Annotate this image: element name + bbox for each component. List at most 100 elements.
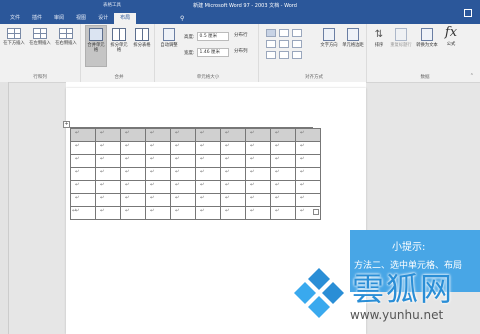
insert-right-button[interactable]: 在右侧插入: [54, 28, 78, 46]
table-cell[interactable]: ↵: [245, 206, 271, 220]
table-cell[interactable]: ↵: [270, 206, 296, 220]
align-middle-left-button[interactable]: [266, 40, 276, 48]
table-cell[interactable]: ↵: [270, 154, 296, 168]
table-cell[interactable]: ↵: [70, 193, 96, 207]
table-cell[interactable]: ↵: [170, 167, 196, 181]
table-cell[interactable]: ↵: [245, 180, 271, 194]
table-cell[interactable]: ↵: [170, 154, 196, 168]
repeat-header-rows-button[interactable]: 重复标题行: [389, 28, 413, 48]
table-cell[interactable]: ↵: [195, 154, 221, 168]
table-resize-handle[interactable]: [313, 209, 319, 215]
table-cell[interactable]: ↵: [95, 206, 121, 220]
table-cell[interactable]: ↵: [170, 141, 196, 155]
tab-view[interactable]: 视图: [70, 13, 92, 24]
table-row[interactable]: ↵ ↵ ↵ ↵ ↵ ↵ ↵ ↵ ↵ ↵: [70, 206, 321, 220]
table-cell[interactable]: ↵: [95, 141, 121, 155]
table-cell[interactable]: ↵: [245, 154, 271, 168]
table-cell[interactable]: ↵: [120, 180, 146, 194]
table-cell[interactable]: ↵: [145, 180, 171, 194]
table-cell[interactable]: ↵: [120, 206, 146, 220]
table-cell[interactable]: ↵: [70, 180, 96, 194]
table-row[interactable]: ↵ ↵ ↵ ↵ ↵ ↵ ↵ ↵ ↵ ↵: [70, 154, 321, 168]
table-cell[interactable]: ↵: [245, 167, 271, 181]
table-cell[interactable]: ↵: [170, 180, 196, 194]
table-cell[interactable]: ↵: [295, 141, 321, 155]
insert-left-button[interactable]: 在左侧插入: [28, 28, 52, 46]
table-cell[interactable]: ↵: [70, 128, 96, 142]
table-cell[interactable]: ↵: [295, 167, 321, 181]
table-cell[interactable]: ↵: [295, 154, 321, 168]
table-cell[interactable]: ↵: [120, 193, 146, 207]
split-table-button[interactable]: 拆分表格: [131, 28, 153, 48]
table-cell[interactable]: ↵: [195, 206, 221, 220]
table-cell[interactable]: ↵: [245, 141, 271, 155]
formula-button[interactable]: fx 公式: [442, 26, 460, 48]
table-cell[interactable]: ↵: [270, 193, 296, 207]
table-cell[interactable]: ↵: [220, 141, 246, 155]
table-cell[interactable]: ↵: [145, 167, 171, 181]
table-cell[interactable]: ↵: [145, 193, 171, 207]
document-table[interactable]: ↵ ↵ ↵ ↵ ↵ ↵ ↵ ↵ ↵ ↵ ↵ ↵ ↵ ↵ ↵ ↵ ↵ ↵ ↵ ↵ ↵ ↵ ↵ ↵ ↵ ↵ ↵ ↵ ↵ ↵ ↵ ↵ ↵ ↵ ↵ ↵ ↵ ↵ ↵ ↵…: [70, 128, 321, 220]
tab-file[interactable]: 文件: [4, 13, 26, 24]
table-cell[interactable]: ↵: [145, 141, 171, 155]
table-cell[interactable]: ↵: [245, 193, 271, 207]
table-row[interactable]: ↵ ↵ ↵ ↵ ↵ ↵ ↵ ↵ ↵ ↵: [70, 193, 321, 207]
table-cell[interactable]: ↵: [120, 167, 146, 181]
table-cell[interactable]: ↵: [245, 128, 271, 142]
convert-to-text-button[interactable]: 转换为文本: [415, 28, 439, 48]
table-cell[interactable]: ↵: [95, 193, 121, 207]
table-cell[interactable]: ↵: [220, 154, 246, 168]
table-cell[interactable]: ↵: [70, 154, 96, 168]
table-cell[interactable]: ↵: [170, 193, 196, 207]
table-cell[interactable]: ↵: [220, 167, 246, 181]
table-row[interactable]: ↵ ↵ ↵ ↵ ↵ ↵ ↵ ↵ ↵ ↵: [70, 167, 321, 181]
table-cell[interactable]: ↵: [95, 167, 121, 181]
align-top-left-button[interactable]: [266, 29, 276, 37]
table-cell[interactable]: ↵: [270, 141, 296, 155]
table-cell[interactable]: ↵: [170, 206, 196, 220]
tab-review[interactable]: 审阅: [48, 13, 70, 24]
table-cell[interactable]: ↵: [270, 180, 296, 194]
table-row[interactable]: ↵ ↵ ↵ ↵ ↵ ↵ ↵ ↵ ↵ ↵: [70, 180, 321, 194]
table-cell[interactable]: ↵: [295, 128, 321, 142]
table-move-handle[interactable]: +: [63, 121, 70, 128]
table-cell[interactable]: ↵: [195, 193, 221, 207]
table-cell[interactable]: ↵: [220, 193, 246, 207]
table-row[interactable]: ↵ ↵ ↵ ↵ ↵ ↵ ↵ ↵ ↵ ↵: [70, 141, 321, 155]
height-input[interactable]: 0.5 厘米: [196, 32, 229, 41]
align-bottom-right-button[interactable]: [292, 51, 302, 59]
table-cell[interactable]: ↵: [145, 206, 171, 220]
table-cell[interactable]: ↵: [95, 128, 121, 142]
merge-cells-button[interactable]: 合并单元格: [85, 25, 107, 67]
window-restore-icon[interactable]: [464, 9, 472, 17]
table-cell[interactable]: ↵: [120, 141, 146, 155]
align-top-center-button[interactable]: [279, 29, 289, 37]
insert-below-button[interactable]: 在下方插入: [2, 28, 26, 46]
width-input[interactable]: 1.46 厘米: [196, 48, 229, 57]
autofit-button[interactable]: 自动调整: [158, 28, 180, 48]
table-cell[interactable]: ↵: [195, 141, 221, 155]
align-top-right-button[interactable]: [292, 29, 302, 37]
text-direction-button[interactable]: 文字方向: [318, 28, 340, 48]
table-cell[interactable]: ↵: [195, 167, 221, 181]
distribute-cols-button[interactable]: 分布列: [234, 48, 248, 54]
table-cell[interactable]: ↵: [70, 141, 96, 155]
cell-margins-button[interactable]: 单元格边距: [342, 28, 364, 48]
table-cell[interactable]: ↵: [270, 167, 296, 181]
tab-design[interactable]: 设计: [92, 13, 114, 24]
table-cell[interactable]: ↵: [220, 206, 246, 220]
table-cell[interactable]: ↵: [220, 128, 246, 142]
table-cell[interactable]: ↵: [295, 193, 321, 207]
align-bottom-left-button[interactable]: [266, 51, 276, 59]
table-cell[interactable]: ↵: [220, 180, 246, 194]
table-cell[interactable]: ↵: [170, 128, 196, 142]
align-middle-center-button[interactable]: [279, 40, 289, 48]
distribute-rows-button[interactable]: 分布行: [234, 32, 248, 38]
tab-layout[interactable]: 布局: [114, 13, 137, 24]
collapse-ribbon-icon[interactable]: ⌃: [470, 73, 474, 79]
sort-button[interactable]: ⇅ 排序: [370, 28, 388, 48]
table-cell[interactable]: ↵: [95, 180, 121, 194]
table-cell[interactable]: ↵: [70, 167, 96, 181]
table-cell[interactable]: ↵: [145, 128, 171, 142]
table-cell[interactable]: ↵: [195, 180, 221, 194]
